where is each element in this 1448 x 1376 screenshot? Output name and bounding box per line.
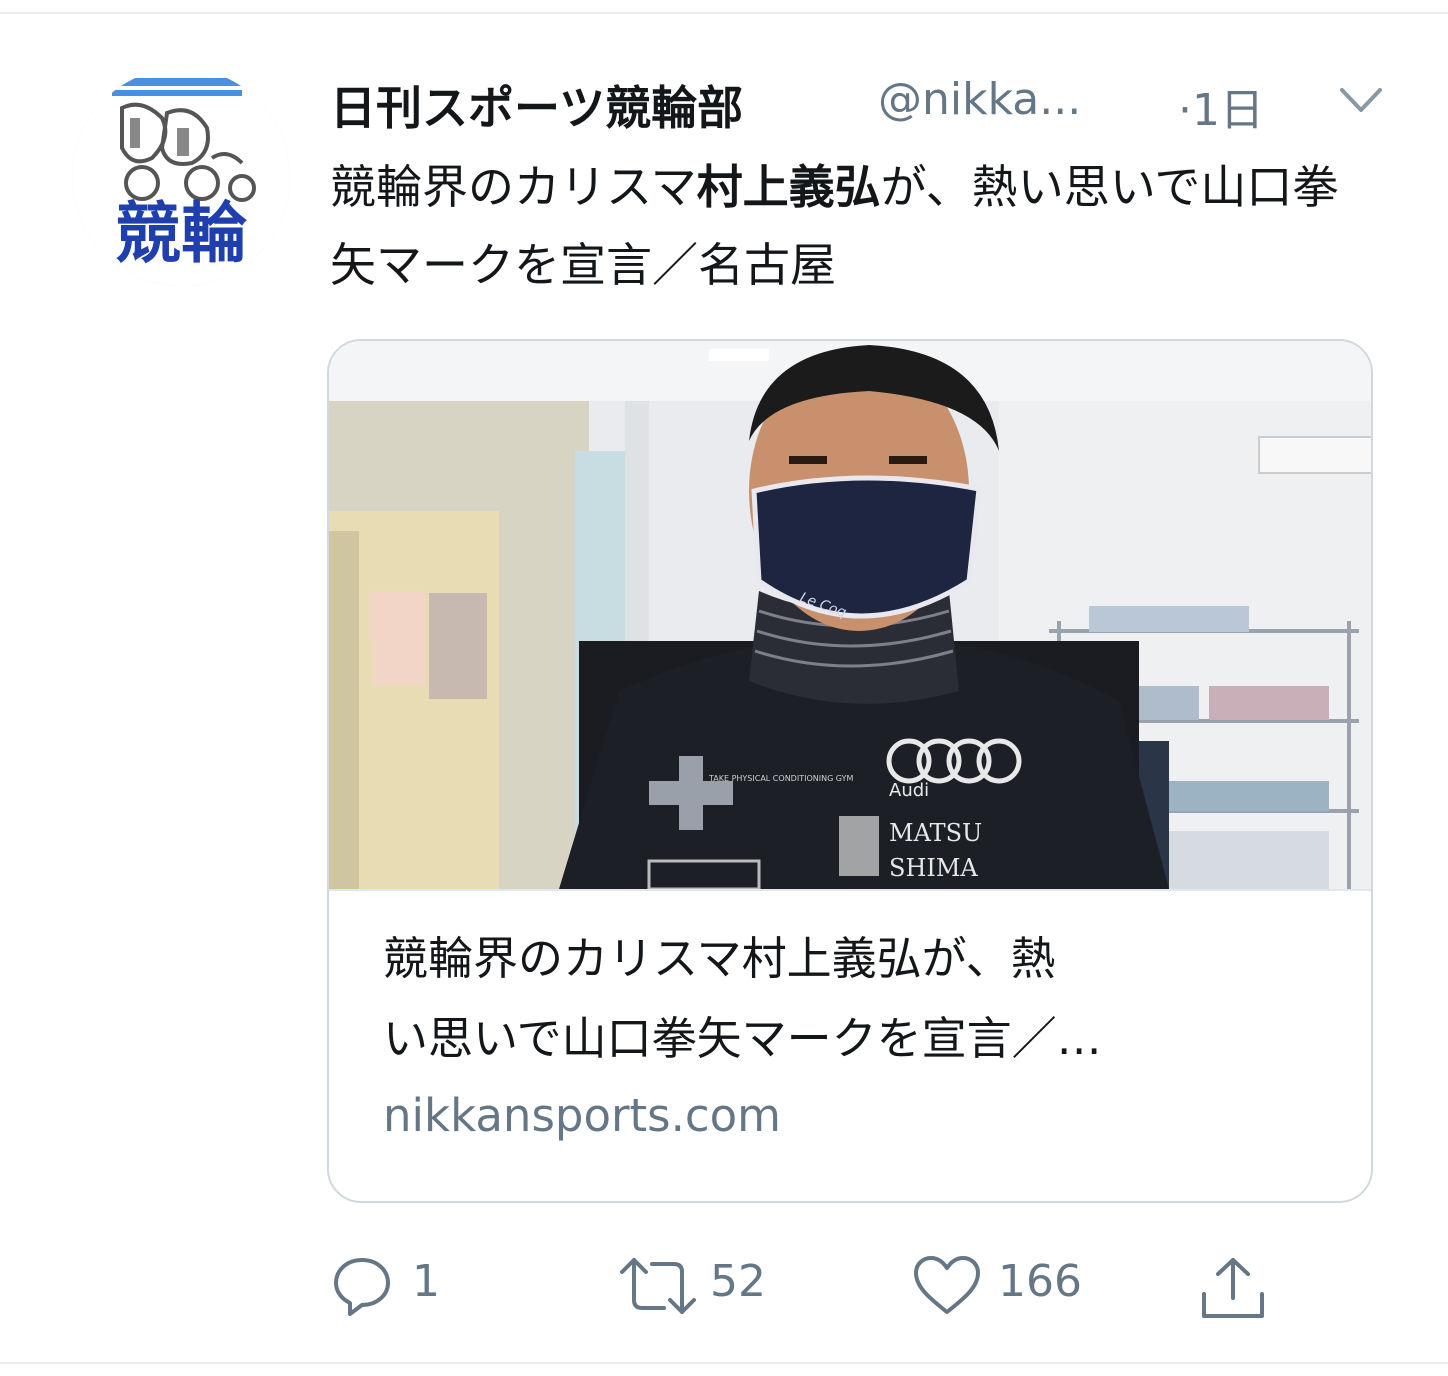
display-name[interactable]: 日刊スポーツ競輪部 [330,72,743,138]
tweet-text-bold[interactable]: 村上義弘 [697,160,881,214]
card-image: Le Coq Audi MATSU SHIMA TAKE PHYSICAL CO… [329,341,1371,889]
share-icon [1202,1258,1264,1318]
retweet-count: 52 [710,1256,766,1307]
user-handle[interactable]: @nikka... [878,74,1081,125]
reply-count: 1 [412,1256,440,1307]
bottom-divider [0,1362,1448,1364]
avatar[interactable]: 競輪 [72,68,290,286]
tweet-text: 競輪界のカリスマ村上義弘が、熱い思いで山口拳矢マークを宣言／名古屋 [330,148,1370,304]
tweet-header: 日刊スポーツ競輪部 @nikka... ·1日 [330,66,1390,136]
top-divider [0,12,1448,14]
reply-icon [334,1258,390,1316]
card-title-line-2: い思いで山口拳矢マークを宣言／… [383,1012,1102,1065]
avatar-logo-image: 競輪 [72,68,290,286]
link-card[interactable]: Le Coq Audi MATSU SHIMA TAKE PHYSICAL CO… [327,339,1373,1203]
card-domain: nikkansports.com [383,1089,781,1142]
heart-icon [914,1256,980,1314]
card-divider [329,889,1371,891]
card-title-line-1: 競輪界のカリスマ村上義弘が、熱 [383,932,1056,985]
sponsor-text-2: SHIMA [889,854,978,882]
tweet-text-before: 競輪界のカリスマ [330,160,697,214]
like-count: 166 [998,1256,1082,1307]
sponsor-small-text: TAKE PHYSICAL CONDITIONING GYM [708,774,853,783]
sponsor-text: MATSU [889,819,982,847]
tweet-actions: 1 52 166 [330,1246,1390,1326]
brand-text: Audi [889,780,929,801]
avatar-label: 競輪 [115,195,247,272]
card-title: 競輪界のカリスマ村上義弘が、熱 い思いで山口拳矢マークを宣言／… [383,919,1333,1079]
retweet-icon [620,1258,696,1314]
timestamp[interactable]: ·1日 [1178,74,1264,138]
chevron-down-icon[interactable] [1336,78,1386,122]
